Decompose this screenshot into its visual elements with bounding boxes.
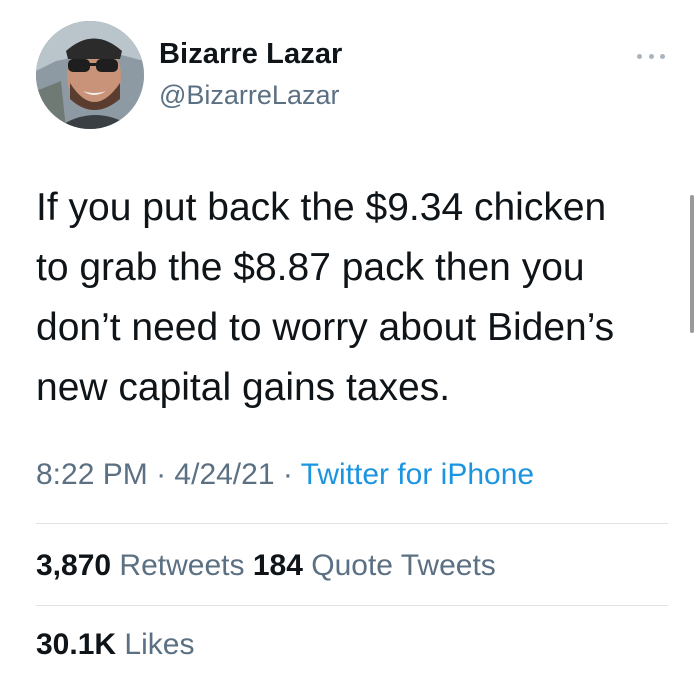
likes-link[interactable]: 30.1K Likes <box>36 628 194 661</box>
tweet-source-link[interactable]: Twitter for iPhone <box>301 458 534 491</box>
quote-tweets-label: Quote Tweets <box>311 549 496 582</box>
tweet-card: Bizarre Lazar @BizarreLazar If you put b… <box>0 0 700 686</box>
meta-separator: · <box>282 458 293 491</box>
quote-tweets-link[interactable]: 184 Quote Tweets <box>253 549 496 582</box>
engagement-row: 3,870 Retweets 184 Quote Tweets <box>36 549 496 583</box>
more-horizontal-icon <box>637 53 642 59</box>
likes-row: 30.1K Likes <box>36 628 194 662</box>
tweet-text-line: don’t need to worry about Biden’s <box>36 306 615 349</box>
retweets-count: 3,870 <box>36 549 112 582</box>
quote-tweets-count: 184 <box>252 549 303 582</box>
likes-count: 30.1K <box>36 628 117 661</box>
tweet-text-line: If you put back the $9.34 chicken <box>36 186 607 229</box>
divider <box>36 523 668 524</box>
avatar[interactable] <box>36 21 144 129</box>
likes-label: Likes <box>124 628 195 661</box>
divider <box>36 605 668 606</box>
tweet-text-line: to grab the $8.87 pack then you <box>36 246 585 289</box>
tweet-meta: 8:22 PM · 4/24/21 · Twitter for iPhone <box>36 458 534 492</box>
scrollbar[interactable] <box>690 195 694 333</box>
tweet-text-line: new capital gains taxes. <box>36 366 451 409</box>
author-name[interactable]: Bizarre Lazar <box>159 38 342 71</box>
retweets-link[interactable]: 3,870 Retweets <box>36 549 244 582</box>
retweets-label: Retweets <box>119 549 245 582</box>
meta-separator: · <box>156 458 167 491</box>
tweet-time[interactable]: 8:22 PM <box>36 458 148 491</box>
author-handle[interactable]: @BizarreLazar <box>159 80 339 111</box>
more-options-button[interactable] <box>637 48 665 64</box>
avatar-photo <box>36 21 144 129</box>
tweet-text: If you put back the $9.34 chicken to gra… <box>36 178 676 418</box>
tweet-date[interactable]: 4/24/21 <box>174 458 274 491</box>
